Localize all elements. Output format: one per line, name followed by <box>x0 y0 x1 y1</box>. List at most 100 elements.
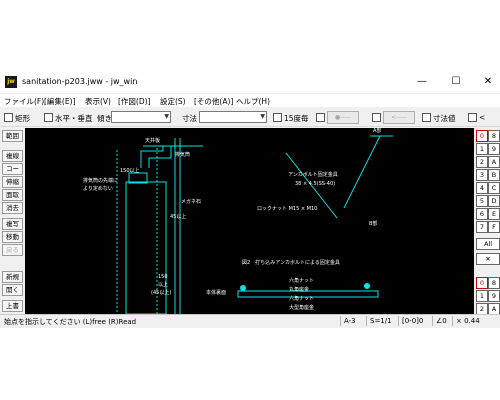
layer-group-c-button[interactable]: C <box>488 182 500 194</box>
corner-button[interactable]: コーナー <box>2 163 23 183</box>
exhaust-pipe <box>140 146 172 168</box>
point-checkbox[interactable] <box>316 113 325 122</box>
menu-bar: ファイル(F) [編集(E)] 表示(V) [作図(D)] 設定(S) [その他… <box>0 94 500 107</box>
label-anchor2: 38 × 4.5(SS-40) <box>295 181 335 187</box>
arrow-mode-button[interactable]: <----- <box>383 111 415 124</box>
menu-settings[interactable]: 設定(S) <box>160 96 186 107</box>
bracket-brace <box>343 135 381 209</box>
window-title: sanitation-p203.jww - jw_win <box>22 77 138 86</box>
status-scale[interactable]: S=1/1 <box>366 316 392 326</box>
label-body-cover: 本体裏面 <box>206 289 226 296</box>
dim-label: 寸法 <box>182 114 197 123</box>
jw-cad-window: jw sanitation-p203.jww - jw_win — ☐ ✕ ファ… <box>0 71 500 328</box>
deg15-checkbox[interactable] <box>273 113 282 122</box>
move-button[interactable]: 移動 <box>2 231 23 243</box>
new-button[interactable]: 新規 <box>2 271 23 283</box>
title-bar: jw sanitation-p203.jww - jw_win — ☐ ✕ <box>0 71 500 93</box>
status-message: 始点を指示してください (L)free (R)Read <box>4 318 137 326</box>
lt-checkbox[interactable] <box>468 113 477 122</box>
copy-button[interactable]: 複写 <box>2 218 23 230</box>
label-dim150: 150以上 <box>120 167 140 174</box>
rect-checkbox[interactable] <box>4 113 13 122</box>
layer-group-7-button[interactable]: 7 <box>476 221 488 233</box>
dim-combo[interactable]: ▼ <box>199 111 267 123</box>
hv-checkbox[interactable] <box>44 113 53 122</box>
label-a-part: A部 <box>373 128 381 134</box>
label-round-washer: 丸角座金 <box>289 286 309 293</box>
label-ceiling: 天井板 <box>145 137 160 144</box>
layer-group-8-button[interactable]: 8 <box>488 130 500 142</box>
layer-group-9-button[interactable]: 9 <box>488 143 500 155</box>
layer-8-button[interactable]: 8 <box>488 277 500 289</box>
layer-group-3-button[interactable]: 3 <box>476 169 488 181</box>
all-layers-button[interactable]: All <box>476 238 500 250</box>
maximize-button[interactable]: ☐ <box>448 74 464 90</box>
layer-group-1-button[interactable]: 1 <box>476 143 488 155</box>
status-group[interactable]: [0-0]0 <box>398 316 423 326</box>
label-dim-d: (45以上) <box>151 289 171 296</box>
layer-group-b-button[interactable]: B <box>488 169 500 181</box>
overwrite-button[interactable]: 上書 <box>2 300 23 312</box>
label-note2: より定めない <box>83 185 113 192</box>
range-button[interactable]: 範囲 <box>2 130 23 142</box>
right-layer-panel: 0 8 1 9 2 A 3 B 4 C 5 D 6 E 7 F All ✕ 0 … <box>475 128 500 315</box>
rect-label: 矩形 <box>15 114 30 123</box>
arrow-checkbox[interactable] <box>372 113 381 122</box>
menu-edit[interactable]: [編集(E)] <box>44 96 75 107</box>
minimize-button[interactable]: — <box>414 74 430 90</box>
offset-line-button[interactable]: 複線 <box>2 150 23 162</box>
stretch-button[interactable]: 伸縮 <box>2 176 23 188</box>
label-six-nut2: 六角ナット <box>289 295 314 302</box>
layer-group-0-button[interactable]: 0 <box>476 130 488 142</box>
status-angle[interactable]: ∠0 <box>432 316 447 326</box>
point-mode-button[interactable]: ●----- <box>327 111 359 124</box>
menu-other[interactable]: [その他(A)] <box>194 96 233 107</box>
status-zoom[interactable]: × 0.44 <box>452 316 480 326</box>
chamfer-button[interactable]: 面取 <box>2 189 23 201</box>
hv-label: 水平・垂直 <box>55 114 93 123</box>
cross-icon[interactable]: ✕ <box>476 253 500 265</box>
lt-label: < <box>479 113 486 122</box>
menu-draw[interactable]: [作図(D)] <box>118 96 150 107</box>
layer-1-button[interactable]: 1 <box>476 290 488 302</box>
label-megane: メガネ石 <box>181 198 201 205</box>
close-button[interactable]: ✕ <box>480 74 496 90</box>
bolt-head <box>240 285 246 291</box>
layer-group-e-button[interactable]: E <box>488 208 500 220</box>
label-dim-c: 以上 <box>158 281 168 288</box>
menu-file[interactable]: ファイル(F) <box>4 96 44 107</box>
layer-group-5-button[interactable]: 5 <box>476 195 488 207</box>
label-exhaust: 排気筒 <box>175 151 190 158</box>
layer-group-a-button[interactable]: A <box>488 156 500 168</box>
label-lock-nut: ロックナット M15 × M10 <box>257 206 317 212</box>
slope-combo[interactable]: ▼ <box>111 111 171 123</box>
menu-view[interactable]: 表示(V) <box>85 96 111 107</box>
layer-9-button[interactable]: 9 <box>488 290 500 302</box>
label-note1: 排気筒の先端に <box>83 177 118 184</box>
label-fig2: 図2 打ち込みアンカボルトによる固定金具 <box>242 259 340 266</box>
label-six-nut: 六角ナット <box>289 277 314 284</box>
layer-group-2-button[interactable]: 2 <box>476 156 488 168</box>
dimval-label: 寸法値 <box>433 114 456 123</box>
layer-group-f-button[interactable]: F <box>488 221 500 233</box>
layer-0-button[interactable]: 0 <box>476 277 488 289</box>
layer-group-d-button[interactable]: D <box>488 195 500 207</box>
menu-help[interactable]: ヘルプ(H) <box>236 96 270 107</box>
jw-app-icon: jw <box>5 76 17 88</box>
drawing-canvas[interactable]: 天井板 排気筒 150以上 排気筒の先端に より定めない 45以上 150 以上… <box>25 128 474 314</box>
erase-button[interactable]: 消去 <box>2 202 23 214</box>
open-button[interactable]: 開く <box>2 284 23 296</box>
chevron-down-icon: ▼ <box>164 113 169 120</box>
status-bar: 始点を指示してください (L)free (R)Read A-3 S=1/1 [0… <box>0 314 500 328</box>
layer-group-4-button[interactable]: 4 <box>476 182 488 194</box>
layer-group-6-button[interactable]: 6 <box>476 208 488 220</box>
label-anchor1: アンカボルト固定金具 <box>288 171 338 178</box>
dimval-checkbox[interactable] <box>422 113 431 122</box>
undo-button[interactable]: 戻る <box>2 244 23 256</box>
chevron-down-icon: ▼ <box>260 113 265 120</box>
cad-drawing: 天井板 排気筒 150以上 排気筒の先端に より定めない 45以上 150 以上… <box>83 128 393 314</box>
label-b-part: B部 <box>369 220 377 227</box>
status-layer[interactable]: A-3 <box>340 316 356 326</box>
bolt-head <box>364 283 370 289</box>
deg15-label: 15度毎 <box>284 114 309 123</box>
